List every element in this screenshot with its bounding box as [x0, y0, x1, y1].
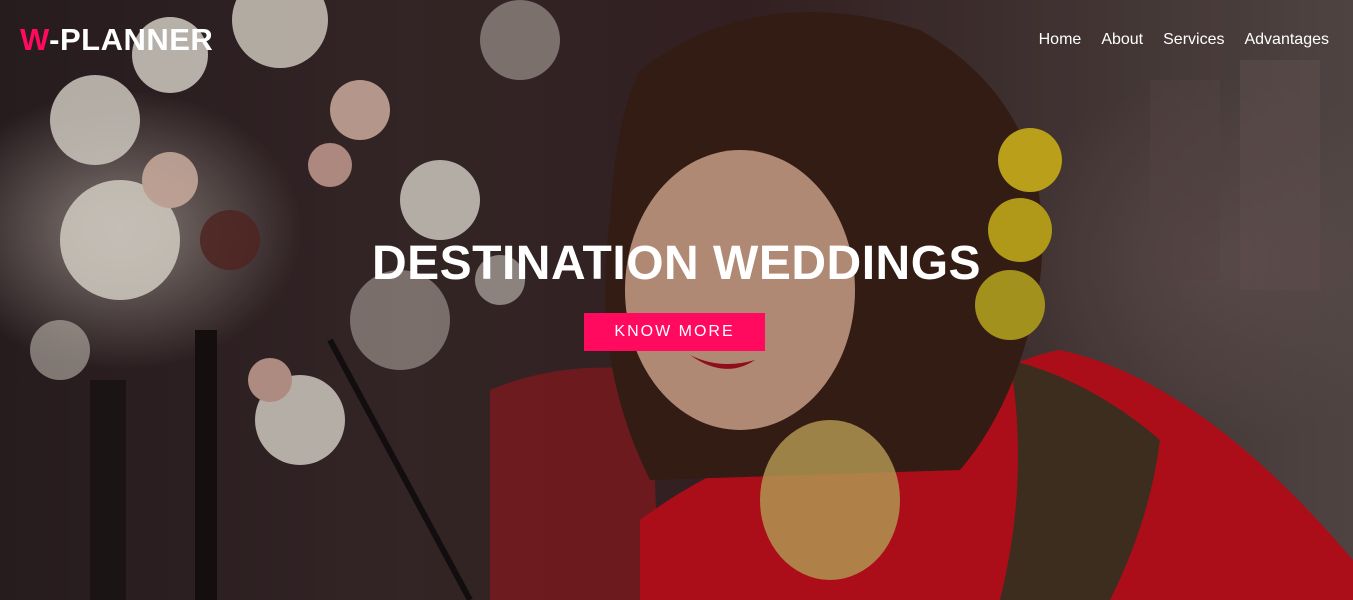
brand-logo[interactable]: W-PLANNER — [20, 22, 213, 58]
logo-accent-letter: W — [20, 22, 50, 57]
hero-title: DESTINATION WEDDINGS — [371, 237, 982, 290]
know-more-button[interactable]: KNOW MORE — [584, 313, 765, 351]
main-nav: Home About Services Advantages — [1039, 31, 1329, 49]
nav-link-services[interactable]: Services — [1163, 31, 1224, 49]
dark-overlay — [0, 0, 1353, 600]
nav-link-about[interactable]: About — [1101, 31, 1143, 49]
nav-link-home[interactable]: Home — [1039, 31, 1082, 49]
logo-text: -PLANNER — [49, 22, 214, 57]
nav-link-advantages[interactable]: Advantages — [1244, 31, 1329, 49]
hero-section: W-PLANNER Home About Services Advantages… — [0, 0, 1353, 600]
